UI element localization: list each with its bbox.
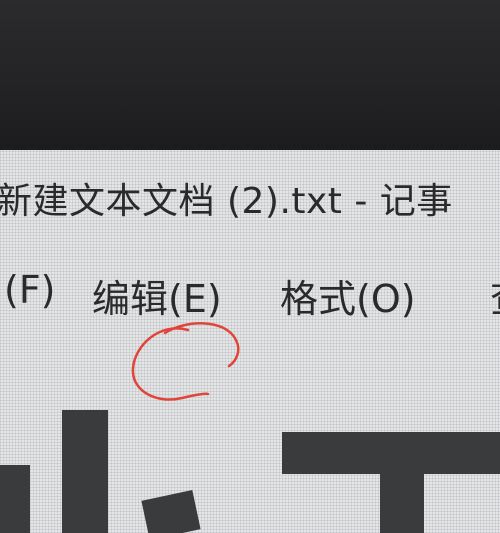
large-text-glyph [0,465,30,533]
large-text-glyph [141,490,201,533]
monitor-bezel [0,0,500,150]
menu-format[interactable]: 格式(O) [280,268,416,323]
menu-view-partial[interactable]: 查 [490,268,500,323]
menu-file[interactable]: (F) [4,268,56,312]
large-text-glyph [282,432,500,474]
window-title: 新建文本文档 (2).txt - 记事 [0,181,453,222]
title-bar: 新建文本文档 (2).txt - 记事 [0,172,500,222]
large-text-glyph [62,410,108,533]
menu-edit[interactable]: 编辑(E) [92,268,222,323]
text-editor-area[interactable] [0,350,500,533]
notepad-window: 新建文本文档 (2).txt - 记事 (F) 编辑(E) 格式(O) 查 [0,150,500,533]
large-text-glyph [380,474,424,533]
menu-bar: (F) 编辑(E) 格式(O) 查 [0,268,500,328]
